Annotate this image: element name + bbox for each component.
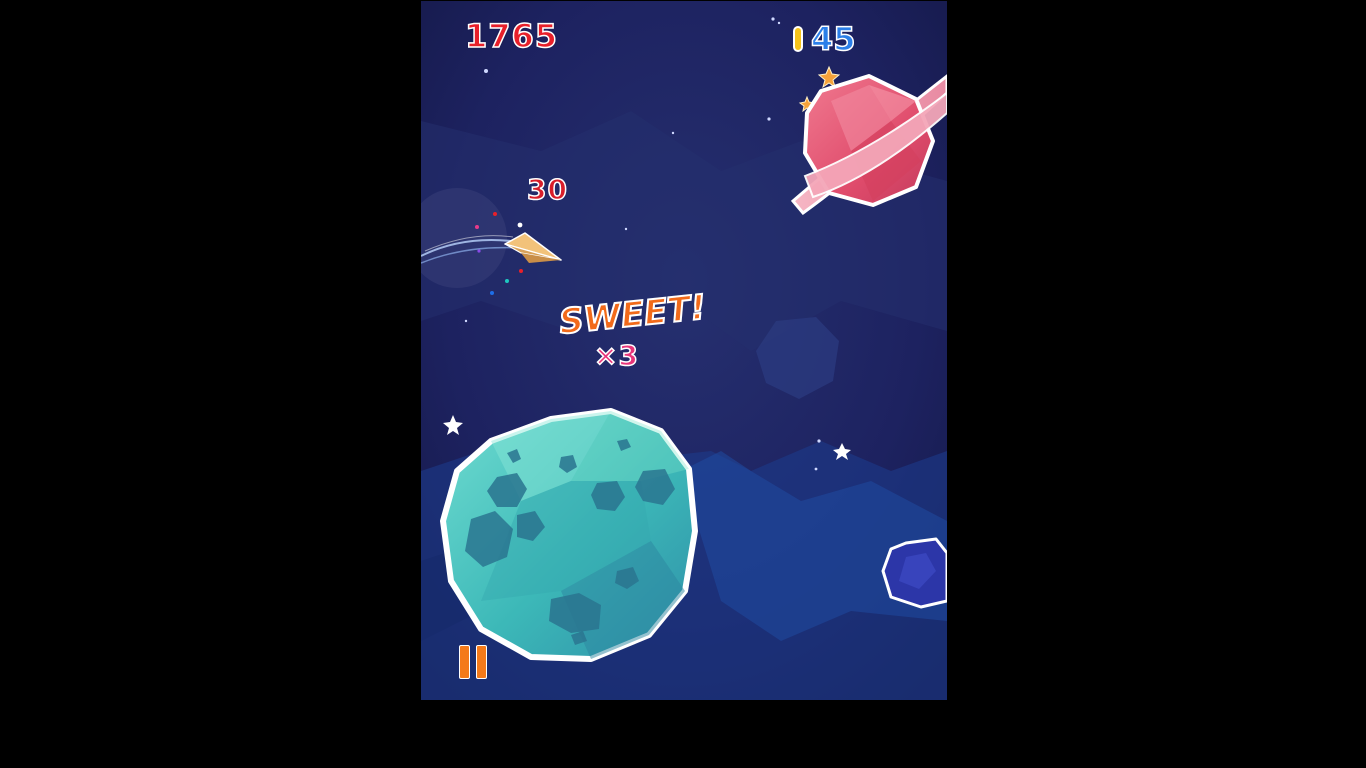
- pause-icon: [476, 645, 487, 679]
- game-viewport[interactable]: 1765 45 30 SWEET! ×3: [421, 1, 947, 700]
- blue-planet: [881, 537, 947, 609]
- gem-icon: [793, 26, 803, 52]
- space-scene: [421, 1, 947, 700]
- score-counter: 1765: [464, 16, 559, 56]
- points-popup: 30: [526, 172, 568, 207]
- pause-button[interactable]: [457, 645, 489, 681]
- gem-counter: 45: [791, 19, 856, 59]
- teal-moon: [440, 408, 698, 662]
- combo-multiplier: ×3: [593, 338, 639, 373]
- gem-count: 45: [810, 19, 856, 59]
- pause-icon: [459, 645, 470, 679]
